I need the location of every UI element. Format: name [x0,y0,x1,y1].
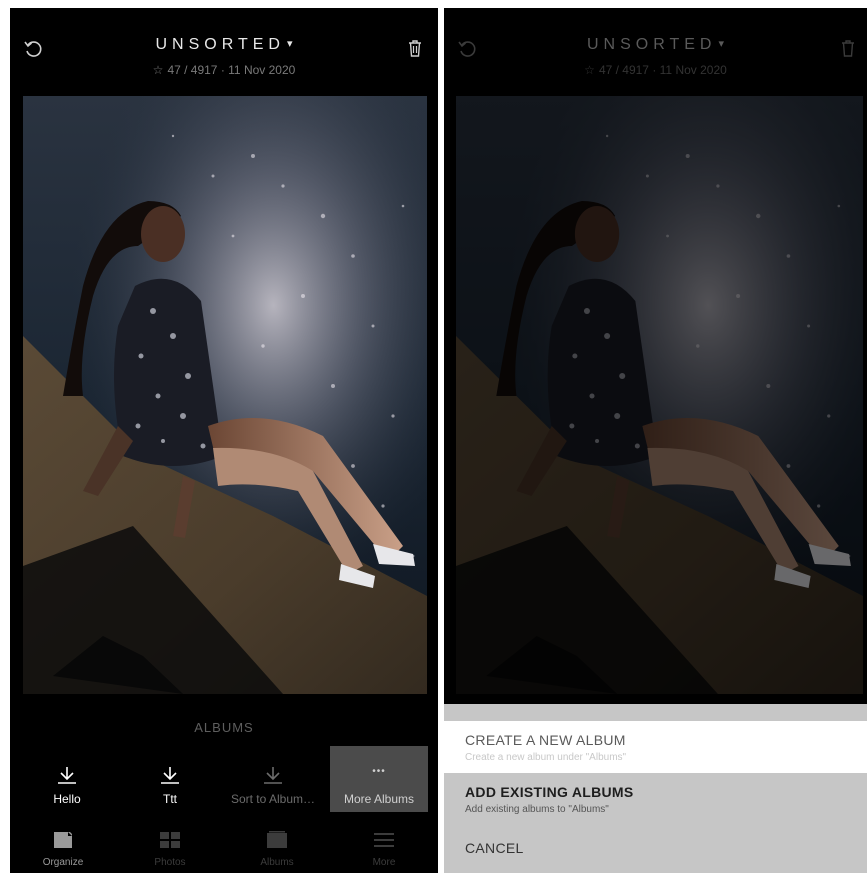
tab-label: More [372,857,396,868]
album-title-dropdown: UNSORTED ▾ [444,36,867,54]
download-icon [264,767,282,784]
album-button-label: More Albums [343,792,415,806]
trash-icon [842,40,854,57]
photo-counter: ☆ 47 / 4917 · 11 Nov 2020 [10,63,438,77]
album-button-hello[interactable]: Hello [18,746,116,812]
album-button-label: Hello [53,792,81,806]
tab-albums[interactable]: Albums [232,826,322,873]
album-button-ttt[interactable]: Ttt [121,746,219,812]
albums-icon [267,831,287,848]
star-icon: ☆ [584,63,595,77]
option-subtitle: Add existing albums to "Albums" [465,804,609,815]
create-new-album-option[interactable]: CREATE A NEW ALBUM Create a new album un… [444,721,867,773]
organize-screen: UNSORTED ▾ ☆ 47 / 4917 · 11 Nov 2020 ALBUM… [10,8,438,873]
photo-position-date: 47 / 4917 · 11 Nov 2020 [167,63,296,77]
photo-counter: ☆ 47 / 4917 · 11 Nov 2020 [444,63,867,77]
photo-preview[interactable] [23,96,427,694]
cancel-button[interactable]: CANCEL [444,840,867,856]
tab-label: Organize [42,857,84,868]
header: UNSORTED ▾ ☆ 47 / 4917 · 11 Nov 2020 [444,8,867,94]
album-title-dropdown[interactable]: UNSORTED ▾ [10,36,438,54]
page-title: UNSORTED [586,36,717,53]
album-action-sheet: CREATE A NEW ALBUM Create a new album un… [444,704,867,873]
dim-overlay[interactable] [456,96,863,694]
page-title: UNSORTED [155,36,285,53]
star-icon[interactable]: ☆ [153,63,164,77]
tab-label: Photos [154,857,186,868]
ellipsis-icon: ••• [372,766,386,777]
photo-position-date: 47 / 4917 · 11 Nov 2020 [598,63,727,77]
header: UNSORTED ▾ ☆ 47 / 4917 · 11 Nov 2020 [10,8,438,94]
download-icon [58,767,76,784]
grid-icon [160,832,180,848]
add-existing-albums-option[interactable]: ADD EXISTING ALBUMS Add existing albums … [444,784,867,815]
photo-preview [456,96,863,694]
caret-down-icon: ▾ [286,38,293,50]
album-options-screen: UNSORTED ▾ ☆ 47 / 4917 · 11 Nov 2020 CREAT… [444,8,867,873]
option-title: ADD EXISTING ALBUMS [465,784,634,800]
tab-label: Albums [260,857,294,868]
option-subtitle: Create a new album under "Albums" [465,752,627,763]
sort-to-album-button[interactable]: Sort to Album… [224,746,322,812]
download-icon [161,767,179,784]
option-title: CREATE A NEW ALBUM [465,732,626,748]
more-albums-button[interactable]: ••• More Albums [330,746,428,812]
option-title: CANCEL [465,840,524,856]
organize-icon [54,832,72,848]
caret-down-icon: ▾ [718,38,725,50]
tab-more[interactable]: More [339,826,429,873]
tab-photos[interactable]: Photos [125,826,215,873]
album-button-label: Sort to Album… [230,792,316,806]
album-button-label: Ttt [163,792,177,806]
menu-icon [374,833,394,847]
trash-icon[interactable] [404,37,426,59]
photo-image [23,96,427,694]
albums-heading: ALBUMS [194,720,254,735]
tab-organize[interactable]: Organize [18,826,108,873]
